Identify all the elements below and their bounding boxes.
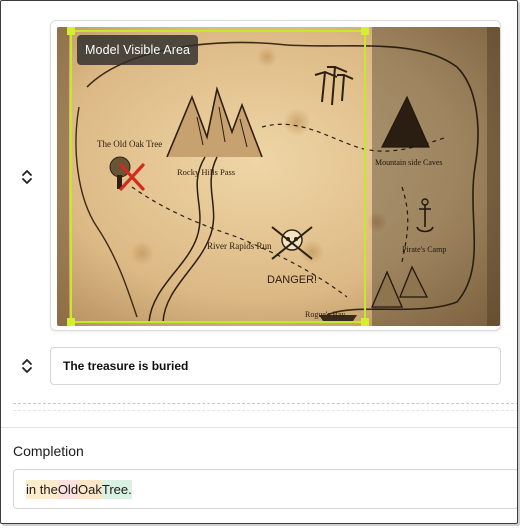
completion-token: Old (57, 479, 79, 499)
map-label-danger: DANGER! (267, 274, 317, 286)
map-label-old-oak-tree: The Old Oak Tree (97, 139, 162, 149)
completion-heading: Completion (13, 443, 84, 459)
section-divider (1, 427, 517, 428)
model-visible-area-label: Model Visible Area (77, 35, 199, 65)
completion-token: in the (26, 479, 58, 499)
chevron-up-down-icon (22, 170, 32, 184)
prompt-editor-panel: The Old Oak Tree Rocky Hills Pass River … (0, 0, 518, 524)
reorder-handle-image[interactable] (18, 167, 36, 187)
reorder-handle-text[interactable] (18, 356, 36, 376)
add-item-dropzone[interactable] (13, 403, 517, 411)
map-label-rocky-hills-pass: Rocky Hills Pass (177, 167, 235, 177)
treasure-map-image: The Old Oak Tree Rocky Hills Pass River … (57, 27, 500, 326)
prompt-text-value: The treasure is buried (63, 359, 189, 373)
completion-token: Tree. (101, 479, 132, 499)
completion-token: Oak (78, 479, 102, 499)
image-prompt-card[interactable]: The Old Oak Tree Rocky Hills Pass River … (50, 20, 501, 331)
map-label-river-rapids-run: River Rapids Run (207, 241, 272, 251)
completion-output: in the Old Oak Tree. (13, 469, 517, 509)
map-label-rogues-bay: Rogue's Bay (305, 310, 345, 319)
prompt-text-input[interactable]: The treasure is buried (50, 347, 501, 385)
chevron-up-down-icon (22, 359, 32, 373)
